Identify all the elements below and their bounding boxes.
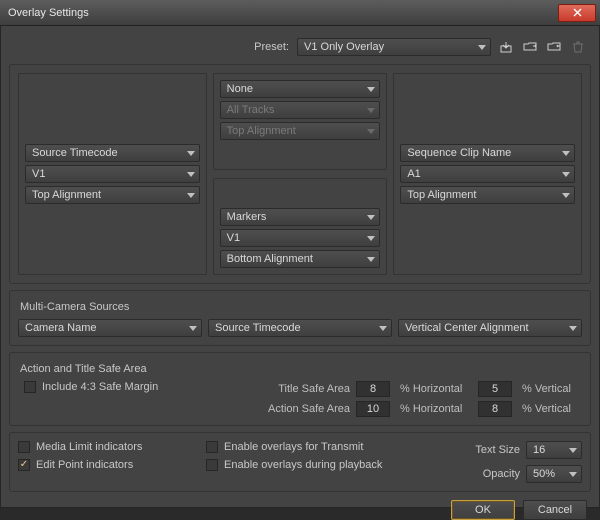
chevron-down-icon — [189, 326, 197, 331]
pos-left-align-select[interactable]: Top Alignment — [25, 186, 200, 204]
multicam-heading: Multi-Camera Sources — [20, 301, 582, 313]
vpct-label-1: % Vertical — [522, 383, 582, 395]
multicam-row: Camera Name Source Timecode Vertical Cen… — [18, 319, 582, 337]
preset-import-button[interactable] — [521, 38, 539, 56]
preset-label: Preset: — [239, 41, 289, 53]
checkbox-icon — [206, 459, 218, 471]
preset-export-button[interactable] — [545, 38, 563, 56]
media-limit-checkbox[interactable]: Media Limit indicators — [18, 441, 198, 453]
multicam-align-select[interactable]: Vertical Center Alignment — [398, 319, 582, 337]
save-icon — [499, 40, 513, 54]
playback-checkbox[interactable]: Enable overlays during playback — [206, 459, 406, 471]
playback-label: Enable overlays during playback — [224, 459, 382, 471]
preset-delete-button[interactable] — [569, 38, 587, 56]
chevron-down-icon — [367, 257, 375, 262]
dialog-footer: OK Cancel — [9, 500, 591, 520]
title-v-input[interactable]: 5 — [478, 381, 512, 397]
edit-point-label: Edit Point indicators — [36, 459, 133, 471]
chevron-down-icon — [367, 87, 375, 92]
ok-button[interactable]: OK — [451, 500, 515, 520]
include-43-label: Include 4:3 Safe Margin — [42, 381, 158, 393]
pos-right-align-select[interactable]: Top Alignment — [400, 186, 575, 204]
chevron-down-icon — [379, 326, 387, 331]
pos-left-type-select[interactable]: Source Timecode — [25, 144, 200, 162]
vpct-label-2: % Vertical — [522, 403, 582, 415]
chevron-down-icon — [562, 193, 570, 198]
close-icon — [573, 8, 582, 17]
safe-area-heading: Action and Title Safe Area — [20, 363, 582, 375]
folder-in-icon — [523, 40, 538, 54]
pos-top-cell: None All Tracks Top Alignment — [213, 73, 388, 170]
chevron-down-icon — [562, 151, 570, 156]
include-43-checkbox[interactable]: Include 4:3 Safe Margin — [24, 381, 158, 393]
chevron-down-icon — [187, 193, 195, 198]
window-close-button[interactable] — [558, 4, 596, 22]
pos-right-cell: Sequence Clip Name A1 Top Alignment — [393, 73, 582, 275]
hpct-label-2: % Horizontal — [400, 403, 472, 415]
action-v-input[interactable]: 8 — [478, 401, 512, 417]
action-h-input[interactable]: 10 — [356, 401, 390, 417]
chevron-down-icon — [562, 172, 570, 177]
pos-middle-column: None All Tracks Top Alignment Markers V1… — [213, 73, 388, 275]
safe-area-panel: Action and Title Safe Area Include 4:3 S… — [9, 352, 591, 426]
pos-top-type-select[interactable]: None — [220, 80, 381, 98]
bottom-panel: Media Limit indicators ✓ Edit Point indi… — [9, 432, 591, 492]
chevron-down-icon — [569, 448, 577, 453]
folder-out-icon — [547, 40, 562, 54]
media-limit-label: Media Limit indicators — [36, 441, 142, 453]
text-size-label: Text Size — [475, 444, 520, 456]
checkbox-icon — [24, 381, 36, 393]
chevron-down-icon — [367, 236, 375, 241]
pos-top-align-select[interactable]: Top Alignment — [220, 122, 381, 140]
transmit-checkbox[interactable]: Enable overlays for Transmit — [206, 441, 406, 453]
chevron-down-icon — [367, 129, 375, 134]
dialog-body: Preset: V1 Only Overlay Source Timecode … — [0, 26, 600, 508]
pos-left-cell: Source Timecode V1 Top Alignment — [18, 73, 207, 275]
preset-value: V1 Only Overlay — [304, 41, 384, 53]
pos-top-track-select[interactable]: All Tracks — [220, 101, 381, 119]
opacity-label: Opacity — [483, 468, 520, 480]
pos-bottom-align-select[interactable]: Bottom Alignment — [220, 250, 381, 268]
title-safe-label: Title Safe Area — [260, 383, 350, 395]
pos-right-track-select[interactable]: A1 — [400, 165, 575, 183]
chevron-down-icon — [367, 108, 375, 113]
checkbox-icon — [206, 441, 218, 453]
text-size-row: Text Size 16 — [475, 441, 582, 459]
pos-bottom-cell: Markers V1 Bottom Alignment — [213, 178, 388, 275]
edit-point-checkbox[interactable]: ✓ Edit Point indicators — [18, 459, 198, 471]
pos-bottom-track-select[interactable]: V1 — [220, 229, 381, 247]
preset-save-button[interactable] — [497, 38, 515, 56]
opacity-row: Opacity 50% — [483, 465, 582, 483]
chevron-down-icon — [569, 472, 577, 477]
positions-grid: Source Timecode V1 Top Alignment None Al… — [18, 73, 582, 275]
pos-left-track-select[interactable]: V1 — [25, 165, 200, 183]
chevron-down-icon — [569, 326, 577, 331]
checkbox-checked-icon: ✓ — [18, 459, 30, 471]
trash-icon — [572, 40, 584, 54]
checkbox-icon — [18, 441, 30, 453]
pos-right-type-select[interactable]: Sequence Clip Name — [400, 144, 575, 162]
title-h-input[interactable]: 8 — [356, 381, 390, 397]
hpct-label-1: % Horizontal — [400, 383, 472, 395]
action-safe-label: Action Safe Area — [260, 403, 350, 415]
window-title: Overlay Settings — [8, 7, 558, 19]
opacity-select[interactable]: 50% — [526, 465, 582, 483]
chevron-down-icon — [187, 151, 195, 156]
titlebar: Overlay Settings — [0, 0, 600, 26]
multicam-name-select[interactable]: Camera Name — [18, 319, 202, 337]
text-size-select[interactable]: 16 — [526, 441, 582, 459]
multicam-panel: Multi-Camera Sources Camera Name Source … — [9, 290, 591, 346]
chevron-down-icon — [367, 215, 375, 220]
preset-select[interactable]: V1 Only Overlay — [297, 38, 491, 56]
multicam-tc-select[interactable]: Source Timecode — [208, 319, 392, 337]
chevron-down-icon — [478, 45, 486, 50]
transmit-label: Enable overlays for Transmit — [224, 441, 363, 453]
safe-area-values: Title Safe Area 8 % Horizontal 5 % Verti… — [260, 381, 582, 417]
preset-row: Preset: V1 Only Overlay — [9, 38, 587, 56]
cancel-button[interactable]: Cancel — [523, 500, 587, 520]
pos-bottom-type-select[interactable]: Markers — [220, 208, 381, 226]
chevron-down-icon — [187, 172, 195, 177]
positions-panel: Source Timecode V1 Top Alignment None Al… — [9, 64, 591, 284]
